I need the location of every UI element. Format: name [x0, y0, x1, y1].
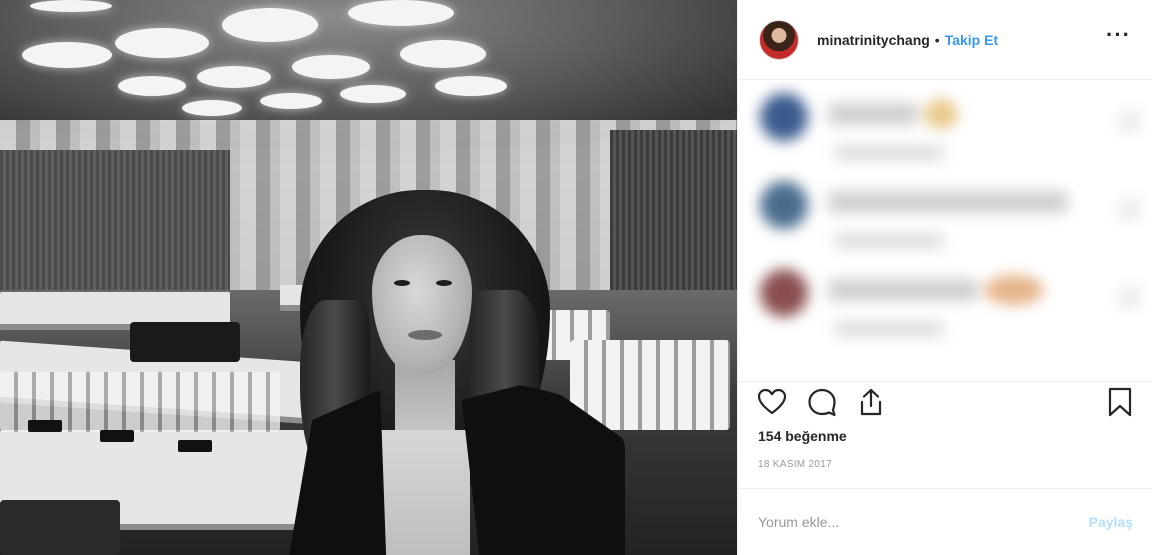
- comment-form: Paylaş: [738, 488, 1152, 555]
- ceiling-light: [30, 0, 112, 12]
- comment-input[interactable]: [758, 514, 1089, 530]
- chair-row-dark: [130, 322, 240, 362]
- list-item: [752, 269, 1142, 349]
- comment-like-icon: [1118, 285, 1142, 309]
- comment-text-blurred: [828, 191, 1068, 213]
- woman-lips: [408, 330, 442, 340]
- username-link[interactable]: minatrinitychang: [817, 32, 930, 48]
- ceiling-light: [400, 40, 486, 68]
- ceiling-light: [222, 8, 318, 42]
- comment-icon[interactable]: [806, 386, 842, 422]
- woman-eye: [436, 280, 452, 286]
- comment-avatar: [760, 269, 808, 317]
- ceiling-light: [118, 76, 186, 96]
- ceiling-light: [292, 55, 370, 79]
- follow-button[interactable]: Takip Et: [945, 32, 998, 48]
- emoji-blurred: [924, 99, 958, 129]
- comment-text-blurred: [828, 103, 918, 125]
- comment-like-icon: [1118, 109, 1142, 133]
- likes-count[interactable]: 154 beğenme: [758, 428, 847, 444]
- wood-panel-left: [0, 150, 230, 310]
- microphone-console: [100, 430, 134, 442]
- post-date[interactable]: 18 KASIM 2017: [758, 459, 832, 470]
- ceiling-light: [340, 85, 406, 103]
- post-photo[interactable]: [0, 0, 737, 555]
- ceiling-light: [348, 0, 454, 26]
- microphone-console: [178, 440, 212, 452]
- comment-like-icon: [1118, 197, 1142, 221]
- comment-avatar: [760, 181, 808, 229]
- post-actions: [738, 381, 1152, 421]
- ceiling-light: [435, 76, 507, 96]
- chair-row: [570, 340, 730, 430]
- comment-text-blurred: [828, 279, 978, 301]
- ceiling-light: [182, 100, 242, 116]
- post-comment-button[interactable]: Paylaş: [1089, 514, 1133, 530]
- list-item: [752, 93, 1142, 173]
- ceiling-light: [115, 28, 209, 58]
- woman-eye: [394, 280, 410, 286]
- chair-foreground: [0, 500, 120, 555]
- ceiling-light: [197, 66, 271, 88]
- post-panel: minatrinitychang • Takip Et ··· 154 beğe…: [737, 0, 1152, 555]
- post-header: minatrinitychang • Takip Et ···: [738, 0, 1152, 80]
- ceiling-light: [260, 93, 322, 109]
- more-options-icon[interactable]: ···: [1106, 24, 1131, 46]
- separator-dot: •: [934, 31, 940, 48]
- emoji-blurred: [984, 275, 1044, 305]
- microphone-console: [28, 420, 62, 432]
- comment-avatar: [760, 93, 808, 141]
- comment-meta-blurred: [834, 233, 944, 249]
- heart-icon[interactable]: [756, 386, 792, 422]
- share-icon[interactable]: [855, 386, 891, 422]
- list-item: [752, 181, 1142, 261]
- comment-meta-blurred: [834, 321, 944, 337]
- bookmark-icon[interactable]: [1104, 386, 1140, 422]
- avatar[interactable]: [759, 19, 799, 60]
- comment-list: [738, 81, 1152, 381]
- comment-meta-blurred: [834, 145, 944, 161]
- ceiling-light: [22, 42, 112, 68]
